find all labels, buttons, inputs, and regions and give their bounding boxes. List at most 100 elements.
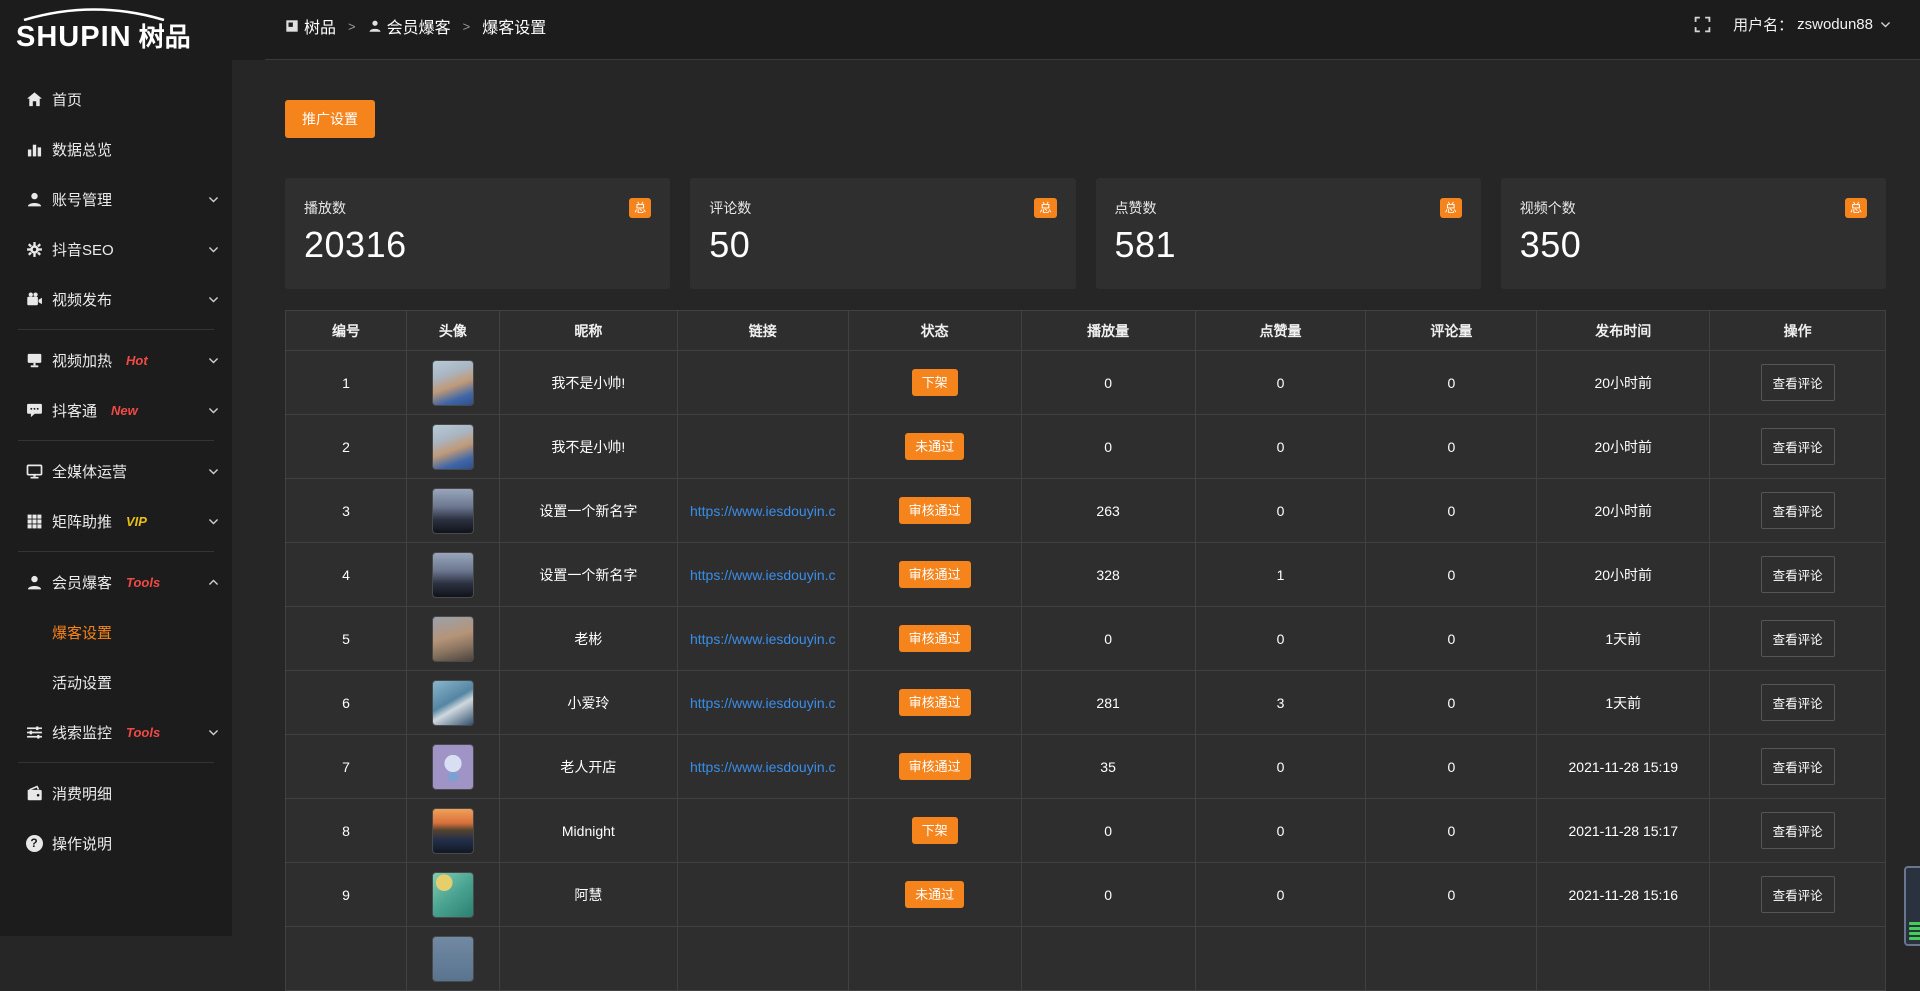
cell-action: 查看评论 bbox=[1710, 415, 1886, 479]
cell-comments: 0 bbox=[1366, 799, 1537, 863]
sidebar-item[interactable]: 消费明细 bbox=[0, 768, 232, 818]
cell-plays: 0 bbox=[1021, 799, 1195, 863]
cell-nickname: Midnight bbox=[499, 799, 677, 863]
sidebar-subitem[interactable]: 爆客设置 bbox=[0, 607, 232, 657]
sidebar-item[interactable]: 线索监控Tools bbox=[0, 707, 232, 757]
video-link[interactable]: https://www.iesdouyin.c bbox=[690, 503, 836, 519]
view-comments-button[interactable]: 查看评论 bbox=[1761, 684, 1835, 721]
home-icon bbox=[25, 90, 43, 108]
cell-link: https://www.iesdouyin.c bbox=[677, 479, 848, 543]
logo-brand-cn-text: 树品 bbox=[139, 17, 191, 54]
table-row: 3设置一个新名字https://www.iesdouyin.c审核通过26300… bbox=[286, 479, 1886, 543]
video-link[interactable]: https://www.iesdouyin.c bbox=[690, 695, 836, 711]
sidebar-item-label: 消费明细 bbox=[52, 783, 112, 804]
view-comments-button[interactable]: 查看评论 bbox=[1761, 620, 1835, 657]
cell-comments: 0 bbox=[1366, 543, 1537, 607]
cell-time bbox=[1537, 927, 1710, 991]
service-widget[interactable] bbox=[1904, 866, 1920, 946]
sidebar-item[interactable]: 视频发布 bbox=[0, 274, 232, 324]
status-badge[interactable]: 审核通过 bbox=[899, 689, 971, 716]
view-comments-button[interactable]: 查看评论 bbox=[1761, 748, 1835, 785]
bc-user-icon bbox=[368, 19, 382, 33]
cell-time-value: 1天前 bbox=[1605, 631, 1641, 647]
cell-action: 查看评论 bbox=[1710, 479, 1886, 543]
status-badge[interactable]: 下架 bbox=[912, 369, 958, 396]
avatar bbox=[432, 552, 474, 598]
column-header: 点赞量 bbox=[1195, 311, 1366, 351]
video-link[interactable]: https://www.iesdouyin.c bbox=[690, 567, 836, 583]
view-comments-button[interactable]: 查看评论 bbox=[1761, 364, 1835, 401]
cell-id: 5 bbox=[286, 607, 407, 671]
cell-plays-value: 328 bbox=[1096, 567, 1119, 583]
comment-icon bbox=[25, 401, 43, 419]
user-menu[interactable]: 用户名： zswodun88 bbox=[1733, 14, 1892, 35]
cell-status: 审核通过 bbox=[848, 735, 1021, 799]
cell-avatar bbox=[406, 927, 499, 991]
column-header: 操作 bbox=[1710, 311, 1886, 351]
cell-action: 查看评论 bbox=[1710, 607, 1886, 671]
stats-row: 播放数总20316评论数总50点赞数总581视频个数总350 bbox=[285, 178, 1886, 289]
avatar bbox=[432, 424, 474, 470]
cell-plays-value: 0 bbox=[1104, 439, 1112, 455]
promo-settings-button[interactable]: 推广设置 bbox=[285, 100, 375, 138]
cell-link bbox=[677, 863, 848, 927]
cell-comments-value: 0 bbox=[1447, 823, 1455, 839]
help-icon: ? bbox=[25, 834, 43, 852]
sidebar-subitem-label: 活动设置 bbox=[52, 672, 112, 693]
view-comments-button[interactable]: 查看评论 bbox=[1761, 492, 1835, 529]
view-comments-button[interactable]: 查看评论 bbox=[1761, 876, 1835, 913]
topbar: 树品>会员爆客>爆客设置 用户名： zswodun88 bbox=[232, 0, 1920, 60]
status-badge[interactable]: 审核通过 bbox=[899, 753, 971, 780]
status-badge[interactable]: 下架 bbox=[912, 817, 958, 844]
sidebar-subitem[interactable]: 活动设置 bbox=[0, 657, 232, 707]
sidebar-item[interactable]: 矩阵助推VIP bbox=[0, 496, 232, 546]
cell-time-value: 20小时前 bbox=[1594, 439, 1652, 455]
cell-status: 审核通过 bbox=[848, 479, 1021, 543]
sidebar-item[interactable]: ?操作说明 bbox=[0, 818, 232, 868]
sidebar-item[interactable]: 账号管理 bbox=[0, 174, 232, 224]
table-row: 6小爱玲https://www.iesdouyin.c审核通过281301天前查… bbox=[286, 671, 1886, 735]
sidebar-item[interactable]: 首页 bbox=[0, 74, 232, 124]
cell-id: 7 bbox=[286, 735, 407, 799]
service-widget-bar bbox=[1909, 927, 1920, 930]
video-link[interactable]: https://www.iesdouyin.c bbox=[690, 759, 836, 775]
sidebar-item-tag: Hot bbox=[126, 353, 148, 368]
status-badge[interactable]: 审核通过 bbox=[899, 561, 971, 588]
stat-total-badge: 总 bbox=[1845, 198, 1867, 218]
cell-id-value: 7 bbox=[342, 759, 350, 775]
status-badge[interactable]: 未通过 bbox=[905, 433, 964, 460]
avatar bbox=[432, 680, 474, 726]
cell-likes-value: 0 bbox=[1277, 439, 1285, 455]
video-link[interactable]: https://www.iesdouyin.c bbox=[690, 631, 836, 647]
cell-likes: 0 bbox=[1195, 735, 1366, 799]
fullscreen-icon[interactable] bbox=[1694, 16, 1711, 33]
cell-nickname bbox=[499, 927, 677, 991]
sidebar-item[interactable]: 全媒体运营 bbox=[0, 446, 232, 496]
breadcrumb-item[interactable]: 会员爆客 bbox=[368, 14, 451, 38]
breadcrumb-item[interactable]: 爆客设置 bbox=[482, 14, 546, 38]
sidebar-item[interactable]: 会员爆客Tools bbox=[0, 557, 232, 607]
status-badge[interactable]: 审核通过 bbox=[899, 625, 971, 652]
logo[interactable]: SHUPIN 树品 bbox=[0, 0, 232, 62]
sidebar-item[interactable]: 数据总览 bbox=[0, 124, 232, 174]
view-comments-button[interactable]: 查看评论 bbox=[1761, 428, 1835, 465]
cell-likes-value: 0 bbox=[1277, 887, 1285, 903]
cell-nickname: 我不是小帅! bbox=[499, 351, 677, 415]
username-value: zswodun88 bbox=[1797, 16, 1873, 33]
status-badge[interactable]: 审核通过 bbox=[899, 497, 971, 524]
cell-time-value: 20小时前 bbox=[1594, 567, 1652, 583]
cell-nickname-value: 我不是小帅! bbox=[551, 439, 625, 455]
cell-likes: 0 bbox=[1195, 479, 1366, 543]
breadcrumb-separator: > bbox=[348, 19, 356, 34]
sidebar-item[interactable]: 视频加热Hot bbox=[0, 335, 232, 385]
status-badge[interactable]: 未通过 bbox=[905, 881, 964, 908]
sidebar-item[interactable]: 抖音SEO bbox=[0, 224, 232, 274]
cell-likes-value: 0 bbox=[1277, 631, 1285, 647]
cell-time-value: 2021-11-28 15:17 bbox=[1569, 823, 1679, 839]
view-comments-button[interactable]: 查看评论 bbox=[1761, 556, 1835, 593]
view-comments-button[interactable]: 查看评论 bbox=[1761, 812, 1835, 849]
cell-likes: 1 bbox=[1195, 543, 1366, 607]
breadcrumb-item[interactable]: 树品 bbox=[285, 14, 336, 38]
cell-status: 审核通过 bbox=[848, 671, 1021, 735]
sidebar-item[interactable]: 抖客通New bbox=[0, 385, 232, 435]
